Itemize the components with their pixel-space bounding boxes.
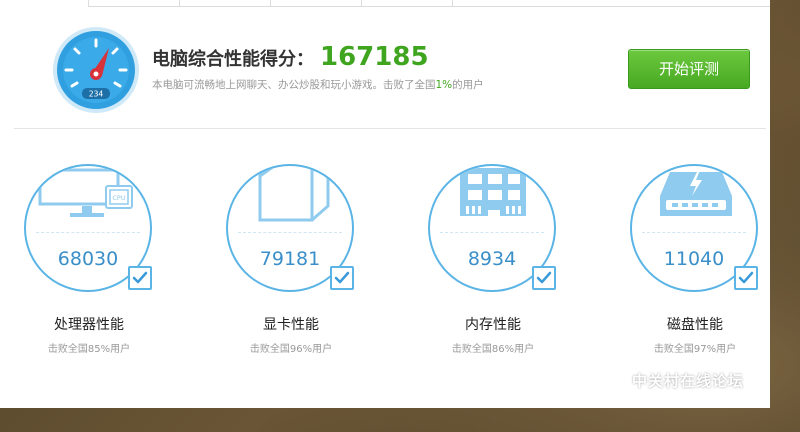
circle-divider — [238, 232, 342, 233]
tab-separator — [179, 0, 180, 6]
circle-divider — [440, 232, 544, 233]
tab-strip — [88, 0, 770, 7]
score-label: 电脑综合性能得分： — [152, 49, 314, 70]
card-title: 显卡性能 — [263, 317, 319, 333]
gauge-readout: 234 — [89, 90, 104, 99]
speedometer-icon: 234 — [53, 27, 139, 113]
check-icon — [132, 271, 148, 284]
card-title: 内存性能 — [465, 317, 521, 333]
cpu-chip-label: CPU — [112, 194, 125, 202]
card-title: 磁盘性能 — [667, 317, 723, 333]
score-line: 电脑综合性能得分： 167185 — [152, 42, 429, 72]
tab-separator — [452, 0, 453, 6]
watermark-url: bbs.zol.com.cn — [632, 392, 729, 405]
card-beat-text: 击败全国86%用户 — [451, 344, 535, 355]
checkbox[interactable] — [330, 266, 354, 290]
check-icon — [536, 271, 552, 284]
tab-separator — [270, 0, 271, 6]
watermark-title: 中关村在线论坛 — [632, 372, 745, 390]
checkbox[interactable] — [734, 266, 758, 290]
start-benchmark-button[interactable]: 开始评测 — [628, 49, 750, 89]
checkbox[interactable] — [128, 266, 152, 290]
card-beat-text: 击败全国96%用户 — [249, 344, 333, 355]
tab-separator — [88, 0, 89, 6]
total-score: 167185 — [320, 42, 429, 72]
checkbox[interactable] — [532, 266, 556, 290]
card-title: 处理器性能 — [54, 317, 124, 333]
check-icon — [334, 271, 350, 284]
zol-logo-icon — [597, 370, 624, 405]
benchmark-panel: 234 电脑综合性能得分： 167185 本电脑可流畅地上网聊天、办公炒股和玩小游… — [0, 0, 770, 408]
circle-divider — [36, 232, 140, 233]
site-watermark: 中关村在线论坛 bbs.zol.com.cn — [592, 364, 792, 414]
desc-prefix: 本电脑可流畅地上网聊天、办公炒股和玩小游戏。击败了全国 — [152, 79, 436, 91]
divider — [14, 128, 766, 129]
desc-suffix: 的用户 — [452, 79, 484, 91]
circle-divider — [642, 232, 746, 233]
tab-separator — [361, 0, 362, 6]
card-beat-text: 击败全国97%用户 — [653, 344, 737, 355]
desc-percent: 1% — [435, 79, 453, 91]
card-beat-text: 击败全国85%用户 — [47, 344, 131, 355]
check-icon — [738, 271, 754, 284]
score-description: 本电脑可流畅地上网聊天、办公炒股和玩小游戏。击败了全国1%的用户 — [152, 77, 484, 92]
